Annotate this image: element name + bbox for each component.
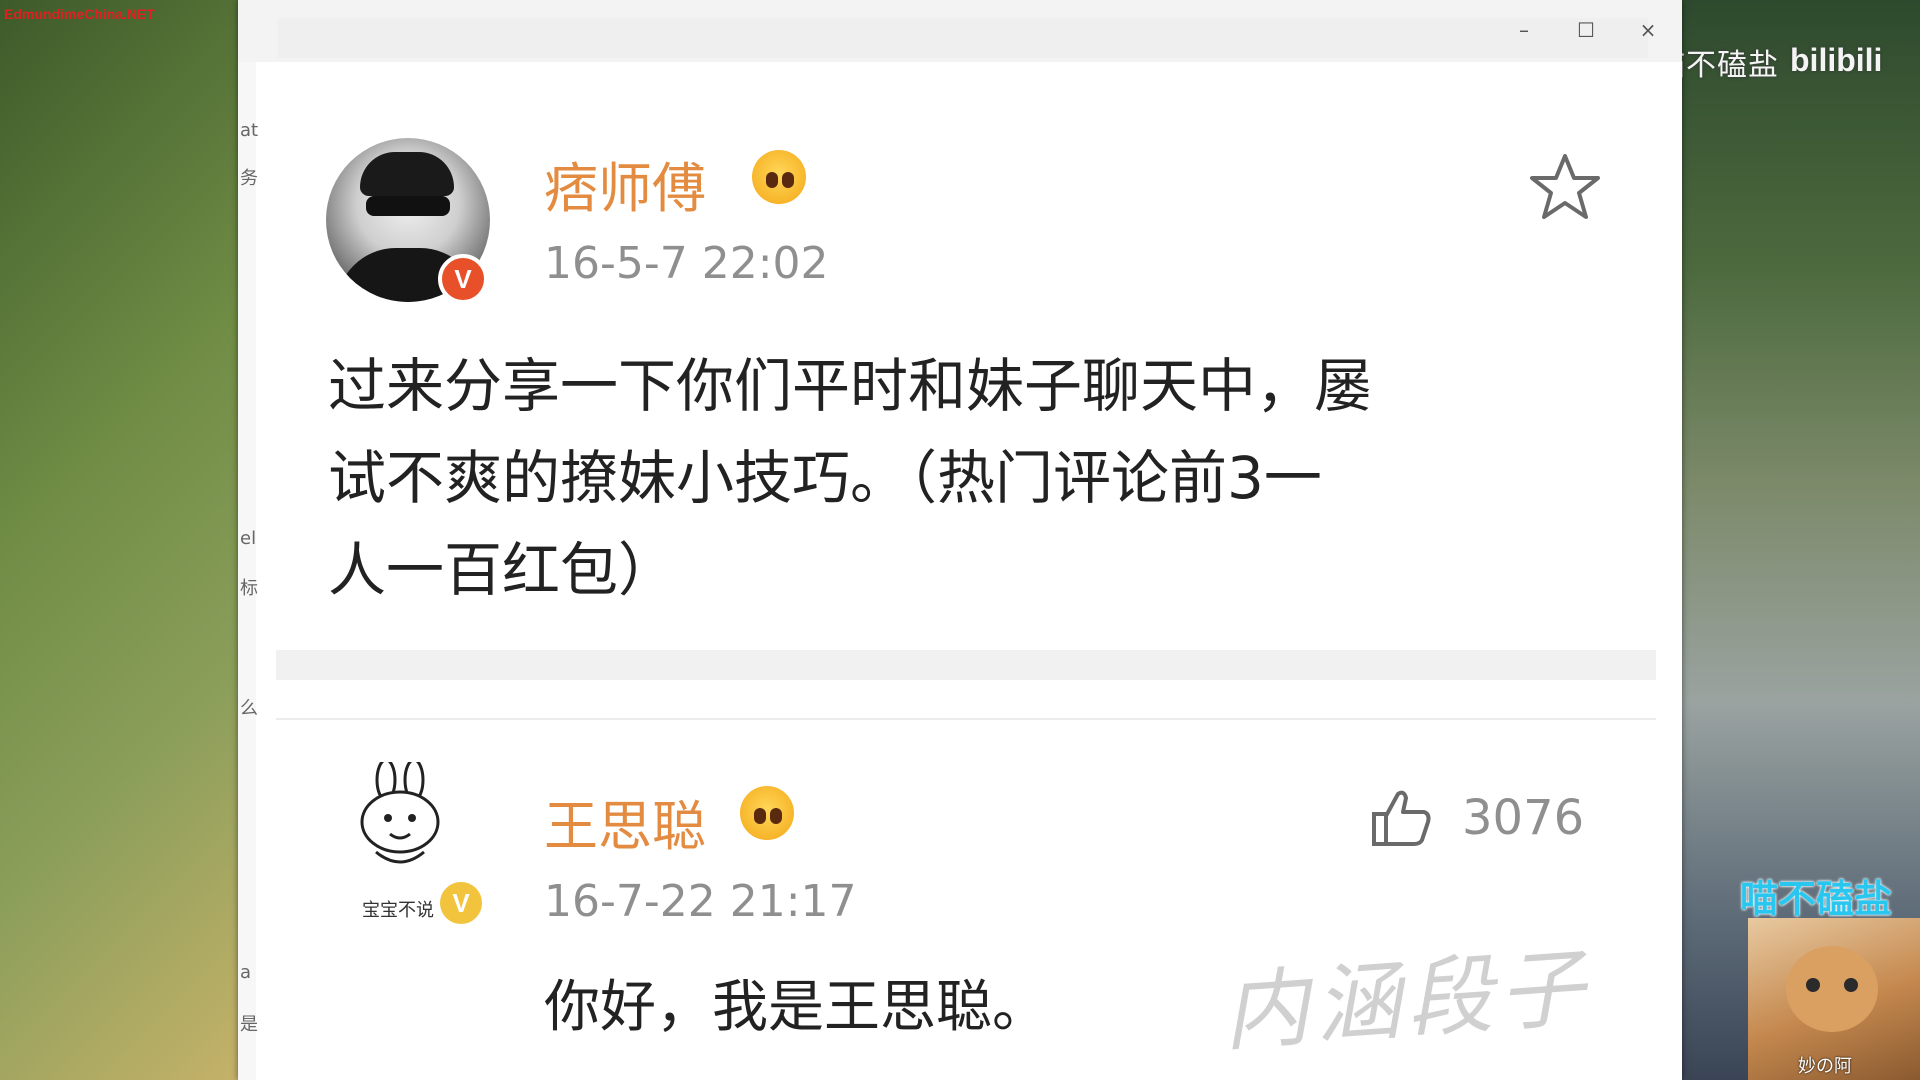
comment-timestamp: 16-7-22 21:17: [544, 876, 857, 927]
uploader-cam: 妙の阿: [1748, 918, 1920, 1080]
cat-face: [1786, 946, 1878, 1032]
comment-body: 你好，我是王思聪。: [544, 975, 1048, 1040]
star-outline-icon[interactable]: [1528, 150, 1602, 224]
cam-label: 妙の阿: [1798, 1056, 1852, 1077]
uploader-name: 喵不磕盐: [1740, 877, 1893, 921]
avatar-hair: [360, 152, 454, 196]
emoji-eye: [782, 172, 794, 188]
minimize-button[interactable]: –: [1504, 14, 1544, 46]
emoji-eye: [770, 808, 782, 824]
strip-char: a: [240, 962, 252, 983]
strip-char: 是: [240, 1014, 258, 1035]
emoji-eye: [766, 172, 778, 188]
cat-eye: [1806, 978, 1820, 992]
post-body: 过来分享一下你们平时和妹子聊天中，屡 试不爽的撩妹小技巧。（热门评论前3一 人一…: [328, 340, 1618, 616]
member-emoji-icon: [740, 786, 794, 840]
left-edge-strip: at 务 el 标 么 a 是: [238, 62, 259, 1080]
post-timestamp: 16-5-7 22:02: [544, 238, 829, 289]
corner-watermark: EdmundimeChina.NET: [4, 6, 155, 22]
post-author-name[interactable]: 痞师傅: [544, 144, 706, 223]
strip-char: 务: [240, 168, 258, 189]
comment-divider: [276, 718, 1656, 720]
commenter-avatar-caption: 宝宝不说: [362, 900, 434, 921]
bilibili-logo: bilibili: [1790, 42, 1883, 78]
calligraphy-watermark: 内涵段子: [1219, 938, 1594, 1064]
commenter-name[interactable]: 王思聪: [544, 782, 706, 861]
strip-char: 么: [240, 698, 258, 719]
thumbs-up-icon[interactable]: [1370, 786, 1434, 850]
title-bar-shade: [278, 18, 1648, 58]
member-emoji-icon: [752, 150, 806, 204]
emoji-eye: [754, 808, 766, 824]
title-bar: – ☐ ×: [238, 0, 1682, 62]
avatar-sunglasses: [366, 196, 450, 216]
like-count: 3076: [1462, 790, 1585, 846]
strip-char: at: [240, 120, 259, 141]
post-text-line: 人一百红包）: [328, 536, 677, 604]
close-button[interactable]: ×: [1628, 14, 1668, 46]
cat-eye: [1844, 978, 1858, 992]
post-text-line: 试不爽的撩妹小技巧。（热门评论前3一: [328, 444, 1322, 512]
strip-char: el: [240, 528, 257, 549]
strip-char: 标: [240, 578, 258, 599]
maximize-button[interactable]: ☐: [1566, 14, 1606, 46]
post-text-line: 过来分享一下你们平时和妹子聊天中，屡: [328, 352, 1373, 420]
section-divider: [276, 650, 1656, 680]
verified-badge-icon: V: [436, 878, 486, 928]
verified-badge-icon: V: [438, 254, 488, 304]
